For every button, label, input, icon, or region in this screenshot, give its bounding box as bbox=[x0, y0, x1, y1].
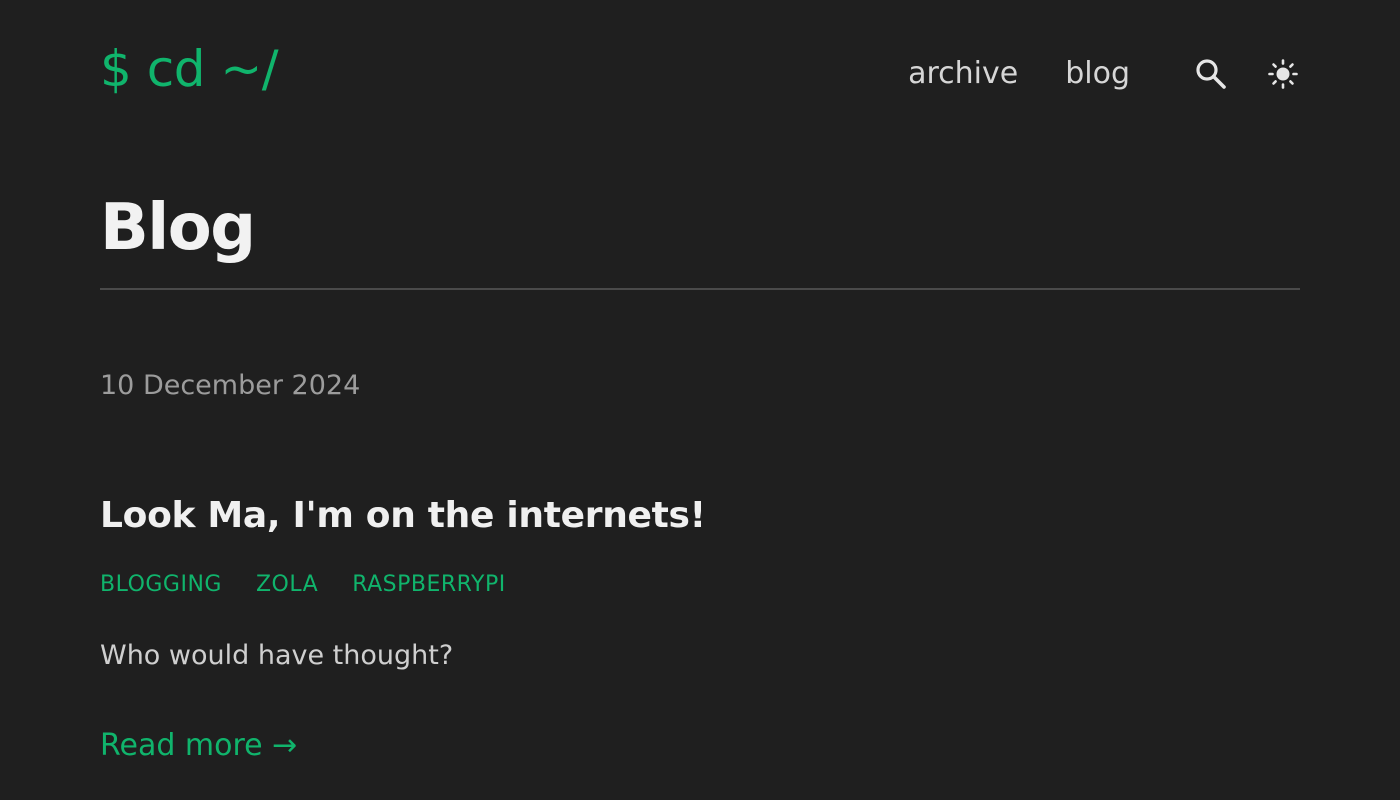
search-icon bbox=[1196, 59, 1226, 89]
site-header: $ cd ~/ archive blog bbox=[100, 34, 1300, 114]
post-summary: Who would have thought? bbox=[100, 640, 454, 671]
read-more-link[interactable]: Read more → bbox=[100, 724, 297, 768]
post-tags: BLOGGING ZOLA RASPBERRYPI bbox=[100, 568, 540, 602]
theme-toggle-button[interactable] bbox=[1266, 57, 1300, 91]
search-button[interactable] bbox=[1194, 57, 1228, 91]
title-divider bbox=[100, 288, 1300, 290]
main-nav: archive blog bbox=[908, 34, 1300, 114]
tag-link-raspberrypi[interactable]: RASPBERRYPI bbox=[352, 568, 506, 602]
page-title: Blog bbox=[100, 191, 256, 265]
sun-icon bbox=[1268, 59, 1298, 89]
nav-link-archive[interactable]: archive bbox=[908, 34, 1018, 114]
post-title-link[interactable]: Look Ma, I'm on the internets! bbox=[100, 490, 706, 542]
tag-link-blogging[interactable]: BLOGGING bbox=[100, 568, 222, 602]
post-date: 10 December 2024 bbox=[100, 370, 361, 401]
tag-link-zola[interactable]: ZOLA bbox=[256, 568, 318, 602]
page: $ cd ~/ archive blog Blog 10 December 20… bbox=[0, 0, 1400, 800]
home-logo-link[interactable]: $ cd ~/ bbox=[100, 34, 279, 104]
nav-link-blog[interactable]: blog bbox=[1065, 34, 1130, 114]
